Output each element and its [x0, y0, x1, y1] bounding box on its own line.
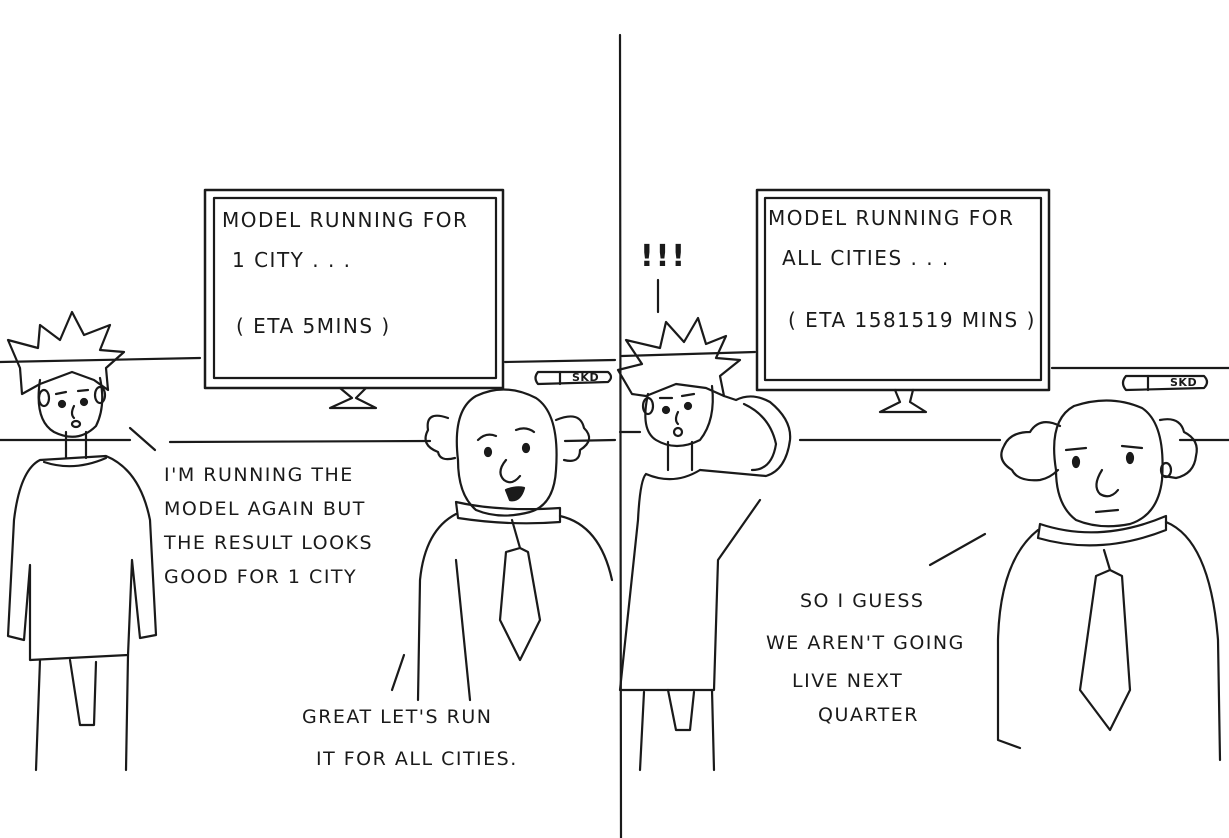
boss-hair-right: [554, 415, 591, 462]
left-marker-label: SKD: [572, 371, 600, 384]
employee-raised-arm: [698, 394, 792, 478]
boss-head: [1053, 399, 1164, 528]
boss-collar: [1036, 514, 1168, 547]
employee-body: [6, 454, 158, 662]
right-monitor-eta: ( ETA 1581519 MINS ): [788, 308, 1036, 332]
right-boss-speech-line2: WE AREN'T GOING: [766, 632, 965, 654]
left-employee: [6, 310, 158, 772]
boss-hair-left: [1000, 421, 1062, 482]
right-boss-speech-line1: SO I GUESS: [800, 590, 925, 612]
comic-drawing: [0, 33, 1229, 838]
boss-head: [455, 388, 558, 517]
right-desk-back-edge: [620, 350, 1229, 370]
boss-hair-left: [424, 414, 457, 461]
right-boss-speech-line3: LIVE NEXT: [792, 670, 904, 692]
employee-hair: [616, 316, 742, 398]
left-employee-speech-line3: THE RESULT LOOKS: [164, 532, 374, 554]
comic-strip: MODEL RUNNING FOR 1 CITY . . . ( ETA 5MI…: [0, 0, 1229, 838]
boss-collar: [454, 500, 562, 525]
right-boss-speech-pointer: [928, 532, 987, 567]
right-boss: [996, 399, 1222, 762]
boss-hair-right: [1158, 418, 1198, 480]
boss-body: [416, 512, 614, 702]
employee-head: [37, 376, 104, 438]
left-monitor-line1: MODEL RUNNING FOR: [222, 208, 469, 232]
left-desk-back-edge: [0, 356, 617, 364]
right-boss-speech-line4: QUARTER: [818, 704, 919, 726]
employee-hair: [6, 310, 126, 396]
employee-head: [644, 384, 714, 448]
right-monitor-line1: MODEL RUNNING FOR: [768, 206, 1015, 230]
right-employee: [616, 316, 792, 772]
right-desk-front-edge: [618, 430, 1229, 442]
boss-body: [996, 520, 1222, 762]
left-boss-speech-line1: GREAT LET'S RUN: [302, 706, 493, 728]
left-boss-speech-pointer: [390, 653, 406, 692]
exclamation-marks: !!!: [640, 239, 688, 274]
left-boss-speech-line2: IT FOR ALL CITIES.: [316, 748, 518, 770]
left-desk-front-edge: [0, 438, 617, 444]
employee-body: [618, 468, 762, 692]
left-employee-speech-line1: I'M RUNNING THE: [164, 464, 354, 486]
left-monitor-eta: ( ETA 5MINS ): [236, 314, 391, 338]
panel-divider: [618, 33, 623, 838]
left-monitor-line2: 1 CITY . . .: [232, 248, 352, 272]
left-boss: [416, 388, 614, 702]
right-panel-drawing: [616, 188, 1229, 772]
boss-tie: [1078, 548, 1132, 732]
left-employee-speech-line4: GOOD FOR 1 CITY: [164, 566, 358, 588]
left-employee-speech-pointer: [128, 426, 157, 452]
left-employee-speech-line2: MODEL AGAIN BUT: [164, 498, 366, 520]
right-monitor-line2: ALL CITIES . . .: [782, 246, 950, 270]
boss-tie: [498, 518, 542, 662]
right-marker-label: SKD: [1170, 376, 1198, 389]
